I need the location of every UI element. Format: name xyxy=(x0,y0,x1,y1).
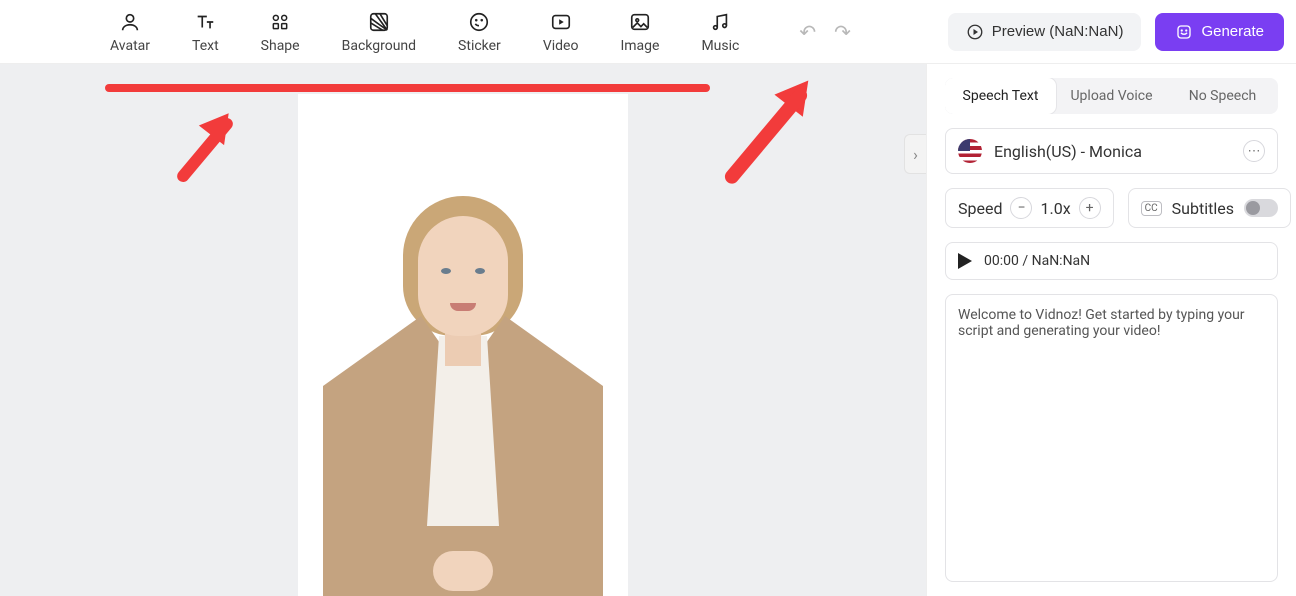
chevron-right-icon: › xyxy=(913,145,918,164)
cc-icon: CC xyxy=(1141,201,1162,216)
generate-icon xyxy=(1175,23,1193,41)
toolbar-shape-label: Shape xyxy=(261,38,300,54)
speed-control: Speed − 1.0x + xyxy=(945,188,1114,228)
toolbar-image[interactable]: Image xyxy=(620,10,659,54)
toolbar-sticker-label: Sticker xyxy=(458,38,501,54)
script-placeholder: Welcome to Vidnoz! Get started by typing… xyxy=(958,307,1245,339)
preview-label: Preview (NaN:NaN) xyxy=(992,23,1124,40)
flag-us-icon xyxy=(958,139,982,163)
music-icon xyxy=(708,10,732,34)
script-textarea[interactable]: Welcome to Vidnoz! Get started by typing… xyxy=(945,294,1278,582)
tab-upload-voice-label: Upload Voice xyxy=(1070,88,1152,104)
voice-label: English(US) - Monica xyxy=(994,142,1142,161)
panel-collapse-handle[interactable]: › xyxy=(904,134,926,174)
tab-upload-voice[interactable]: Upload Voice xyxy=(1056,78,1167,114)
avatar-icon xyxy=(118,10,142,34)
subtitles-label: Subtitles xyxy=(1172,199,1234,218)
subtitles-toggle[interactable] xyxy=(1244,199,1278,217)
sticker-icon xyxy=(467,10,491,34)
shape-icon xyxy=(268,10,292,34)
toolbar-music[interactable]: Music xyxy=(701,10,739,54)
subtitles-control: CC Subtitles xyxy=(1128,188,1291,228)
tab-speech-text[interactable]: Speech Text xyxy=(945,78,1056,114)
playback-row: 00:00 / NaN:NaN xyxy=(945,242,1278,280)
toolbar-text-label: Text xyxy=(192,38,219,54)
canvas-area: › xyxy=(0,64,926,596)
toolbar-music-label: Music xyxy=(701,38,739,54)
redo-button[interactable]: ↷ xyxy=(834,20,851,44)
play-button[interactable] xyxy=(958,253,972,269)
toolbar-items: Avatar Text Shape Background Sticker xyxy=(110,10,739,54)
speed-value: 1.0x xyxy=(1040,199,1070,218)
preview-button[interactable]: Preview (NaN:NaN) xyxy=(948,13,1142,51)
speech-tabs: Speech Text Upload Voice No Speech xyxy=(945,78,1278,114)
toolbar-shape[interactable]: Shape xyxy=(261,10,300,54)
canvas-frame[interactable] xyxy=(298,94,628,596)
top-toolbar: Avatar Text Shape Background Sticker xyxy=(0,0,1296,64)
play-circle-icon xyxy=(966,23,984,41)
tab-speech-text-label: Speech Text xyxy=(963,88,1039,104)
voice-selector[interactable]: English(US) - Monica ⋯ xyxy=(945,128,1278,174)
voice-more-button[interactable]: ⋯ xyxy=(1243,140,1265,162)
image-icon xyxy=(628,10,652,34)
tab-no-speech-label: No Speech xyxy=(1189,88,1257,104)
speed-subs-row: Speed − 1.0x + CC Subtitles xyxy=(945,188,1278,228)
background-icon xyxy=(367,10,391,34)
toolbar-background[interactable]: Background xyxy=(342,10,416,54)
undo-redo-group: ↶ ↷ xyxy=(799,20,851,44)
toolbar-text[interactable]: Text xyxy=(192,10,219,54)
side-panel: Speech Text Upload Voice No Speech Engli… xyxy=(926,64,1296,596)
toolbar-background-label: Background xyxy=(342,38,416,54)
toolbar-sticker[interactable]: Sticker xyxy=(458,10,501,54)
toolbar-image-label: Image xyxy=(620,38,659,54)
undo-button[interactable]: ↶ xyxy=(799,20,816,44)
toolbar-avatar[interactable]: Avatar xyxy=(110,10,150,54)
text-icon xyxy=(193,10,217,34)
speed-increase-button[interactable]: + xyxy=(1079,197,1101,219)
main-area: › Speech Text Upload Voice No Speech Eng… xyxy=(0,64,1296,596)
toolbar-avatar-label: Avatar xyxy=(110,38,150,54)
speed-label: Speed xyxy=(958,199,1002,218)
annotation-underline xyxy=(105,84,710,92)
generate-label: Generate xyxy=(1201,23,1264,40)
speed-decrease-button[interactable]: − xyxy=(1010,197,1032,219)
generate-button[interactable]: Generate xyxy=(1155,13,1284,51)
time-label: 00:00 / NaN:NaN xyxy=(984,253,1090,269)
toolbar-video[interactable]: Video xyxy=(543,10,579,54)
video-icon xyxy=(549,10,573,34)
toolbar-video-label: Video xyxy=(543,38,579,54)
tab-no-speech[interactable]: No Speech xyxy=(1167,78,1278,114)
toolbar-right-actions: Preview (NaN:NaN) Generate xyxy=(948,13,1284,51)
